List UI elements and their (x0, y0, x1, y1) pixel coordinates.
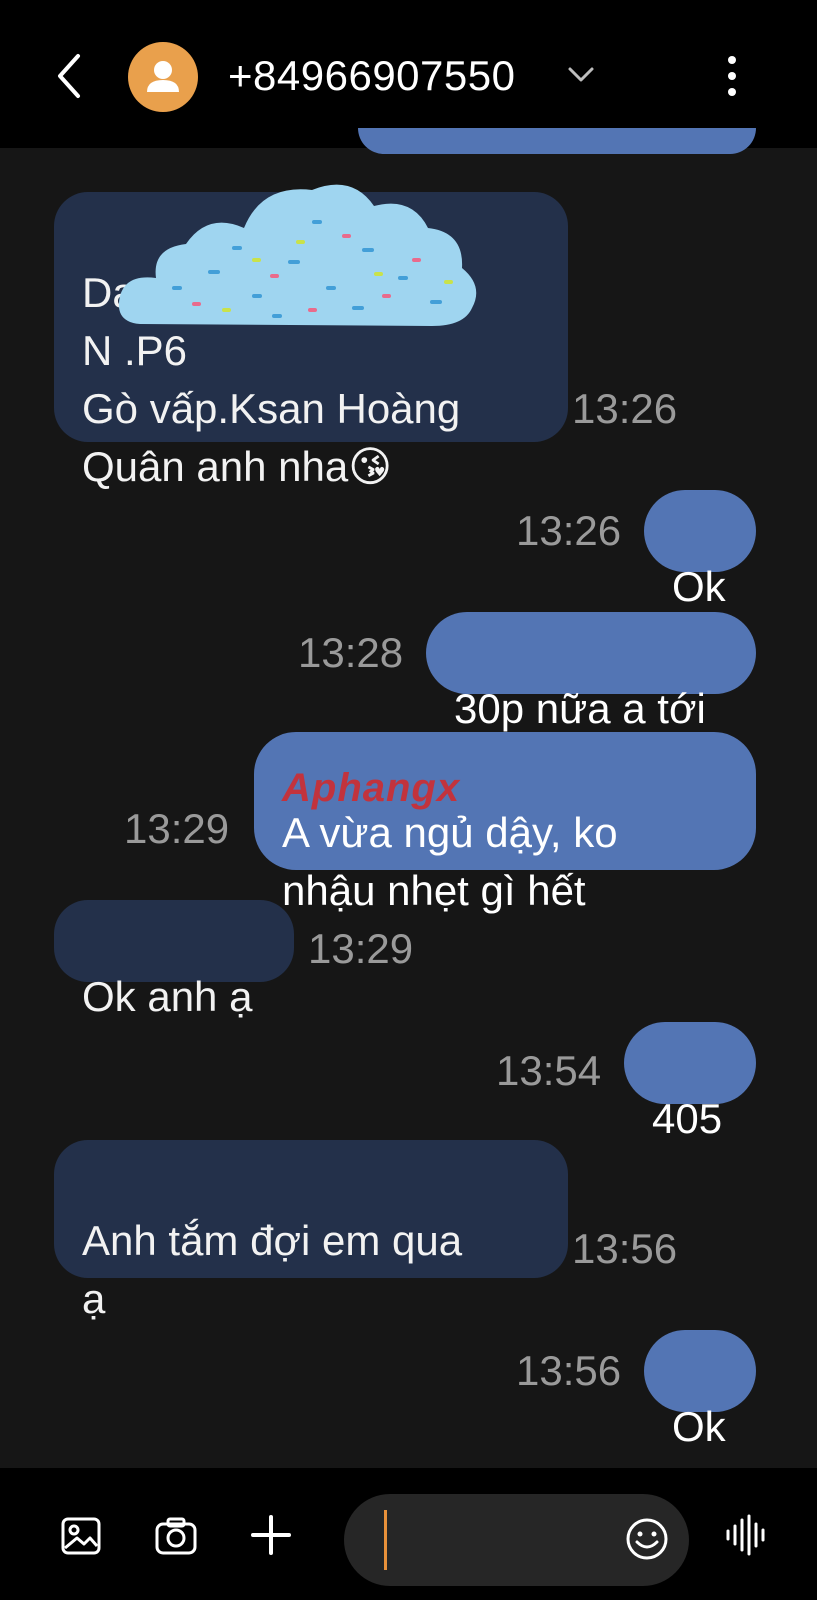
voice-record-button[interactable] (724, 1514, 768, 1561)
more-options-button[interactable] (720, 52, 744, 100)
chevron-left-icon (58, 54, 80, 98)
image-icon (61, 1517, 101, 1555)
composer-bar (0, 1468, 817, 1600)
message-thread[interactable]: Da.Anh /2 N .P6 Gò vấp.Ksan Hoàng Quân a… (0, 128, 817, 1468)
chevron-down-icon (568, 67, 594, 82)
watermark-logo: Aphangx (282, 766, 461, 810)
plus-icon (251, 1515, 291, 1555)
message-text: 30p nữa a tới (454, 685, 706, 732)
outgoing-message[interactable]: 405 (624, 1022, 756, 1142)
message-text: Ok anh ạ (82, 973, 253, 1020)
incoming-message[interactable]: Ok anh ạ (54, 900, 294, 1020)
contact-details-button[interactable] (566, 62, 596, 88)
message-timestamp: 13:56 (572, 1225, 678, 1272)
camera-icon (155, 1517, 197, 1555)
message-timestamp: 13:26 (572, 385, 678, 432)
message-timestamp: 13:26 (516, 507, 622, 554)
emoji-icon (626, 1518, 668, 1560)
message-timestamp: 13:29 (124, 805, 230, 852)
outgoing-message[interactable]: Ok (644, 490, 756, 610)
more-vertical-icon (728, 56, 736, 96)
message-input[interactable] (344, 1494, 689, 1586)
message-text: Ok (672, 563, 726, 610)
message-text: A vừa ngủ dậy, ko nhậu nhẹt gì hết (282, 809, 618, 914)
contact-name[interactable]: +84966907550 (228, 50, 515, 102)
message-timestamp: 13:56 (516, 1347, 622, 1394)
person-icon (147, 61, 179, 92)
outgoing-message[interactable]: 30p nữa a tới (426, 612, 756, 732)
message-text: Ok (672, 1403, 726, 1450)
message-timestamp: 13:54 (496, 1047, 602, 1094)
message-text: 405 (652, 1095, 723, 1142)
outgoing-message[interactable]: Ok (644, 1330, 756, 1450)
text-caret (384, 1510, 387, 1570)
gallery-button[interactable] (60, 1516, 102, 1561)
redaction-cloud (118, 184, 477, 326)
emoji-button[interactable] (624, 1516, 670, 1562)
app-header: +84966907550 (0, 0, 817, 148)
message-timestamp: 13:28 (298, 629, 404, 676)
message-text: Anh tắm đợi em qua ạ (82, 1217, 463, 1322)
incoming-message[interactable]: Anh tắm đợi em qua ạ (54, 1140, 568, 1322)
avatar[interactable] (128, 42, 198, 112)
message-timestamp: 13:29 (308, 925, 414, 972)
back-button[interactable] (50, 50, 90, 102)
partial-outgoing-bubble (358, 128, 756, 154)
attach-button[interactable] (250, 1514, 292, 1561)
voice-wave-icon (726, 1514, 765, 1556)
camera-button[interactable] (154, 1516, 198, 1561)
